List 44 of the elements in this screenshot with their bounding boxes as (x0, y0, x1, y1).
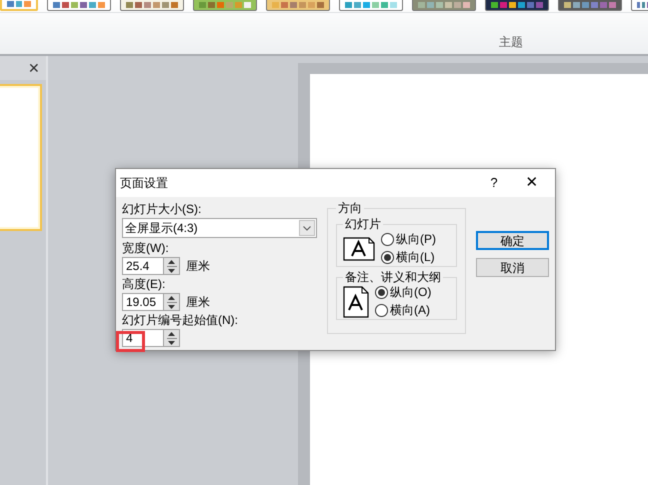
portrait-page-icon (343, 286, 369, 318)
dialog-title: 页面设置 (120, 175, 169, 192)
spin-buttons[interactable] (164, 293, 180, 311)
height-label: 高度(E): (122, 276, 166, 293)
close-button[interactable]: ✕ (28, 61, 40, 75)
number-label: 幻灯片编号起始值(N): (122, 312, 239, 329)
close-button[interactable]: ✕ (509, 172, 555, 194)
theme-thumbnail[interactable] (0, 0, 38, 11)
dialog-button[interactable]: 确定 (476, 231, 549, 250)
chevron-down-icon (299, 220, 315, 236)
size-label: 幻灯片大小(S): (122, 201, 202, 218)
unit-label: 厘米 (186, 258, 210, 275)
subgroup-title: 幻灯片 (344, 217, 382, 231)
radio-option[interactable]: 纵向(P) (381, 231, 436, 248)
spin-buttons[interactable] (164, 329, 180, 347)
theme-thumbnail[interactable] (120, 0, 184, 11)
subgroup-title: 备注、讲义和大纲 (344, 270, 442, 284)
highlight-frame (116, 331, 145, 352)
radio-button[interactable] (381, 251, 394, 264)
spin-buttons[interactable] (164, 257, 180, 275)
slide-thumbnail[interactable] (0, 88, 38, 227)
width-spinner[interactable]: 25.4 (122, 257, 164, 275)
theme-thumbnail[interactable] (412, 0, 476, 11)
dialog-button[interactable]: 取消 (476, 258, 549, 277)
theme-thumbnail[interactable] (47, 0, 111, 11)
group-title: 方向 (337, 200, 363, 217)
radio-option[interactable]: 横向(L) (381, 249, 436, 266)
radio-option[interactable]: 纵向(O) (375, 284, 432, 301)
radio-option[interactable]: 横向(A) (375, 302, 432, 319)
theme-thumbnail[interactable] (558, 0, 622, 11)
radio-button[interactable] (375, 286, 388, 299)
unit-label: 厘米 (186, 294, 210, 311)
theme-thumbnail[interactable] (266, 0, 330, 11)
theme-thumbnail[interactable] (339, 0, 403, 11)
group-label: 主题 (499, 34, 523, 51)
height-spinner[interactable]: 19.05 (122, 293, 164, 311)
landscape-page-icon (343, 236, 375, 260)
size-dropdown[interactable]: 全屏显示(4:3) (122, 218, 317, 238)
radio-button[interactable] (375, 304, 388, 317)
help-button[interactable]: ? (479, 173, 509, 193)
theme-thumbnail[interactable] (485, 0, 549, 11)
radio-button[interactable] (381, 233, 394, 246)
theme-thumbnail[interactable] (193, 0, 257, 11)
width-label: 宽度(W): (122, 240, 170, 257)
